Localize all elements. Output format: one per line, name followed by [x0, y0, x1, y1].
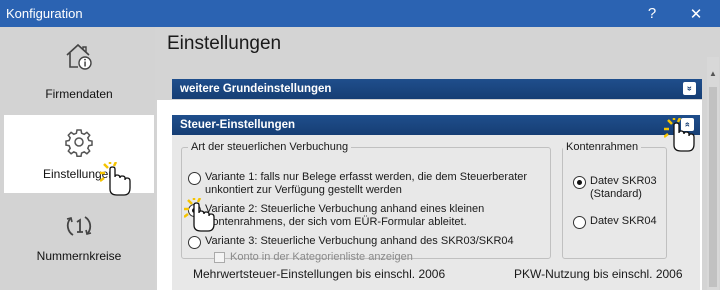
help-button[interactable]: ?	[635, 0, 669, 27]
close-button[interactable]: ✕	[679, 0, 713, 27]
gear-icon	[65, 129, 93, 157]
scroll-thumb[interactable]	[709, 87, 717, 287]
scroll-up-icon[interactable]: ▲	[707, 69, 719, 79]
checkbox[interactable]	[214, 251, 225, 263]
radio-label: Variante 1: falls nur Belege erfasst wer…	[205, 171, 528, 196]
page-title: Einstellungen	[167, 33, 282, 54]
radio-skr04[interactable]: Datev SKR04	[573, 215, 663, 229]
pkw-section-label: PKW-Nutzung bis einschl. 2006	[514, 267, 683, 281]
sidebar-item-label: Firmendaten	[45, 87, 113, 101]
sidebar-item-label: Nummernkreise	[36, 249, 122, 263]
scrollbar[interactable]: ▲	[707, 57, 719, 290]
hand-cursor-icon	[184, 198, 215, 232]
checkbox-konto-anzeigen[interactable]: Konto in der Kategorienliste anzeigen	[214, 251, 413, 263]
kontenrahmen-group: Kontenrahmen Datev SKR03 (Standard) Date…	[562, 141, 667, 259]
radio-button[interactable]	[188, 172, 201, 185]
radio-button[interactable]	[573, 216, 586, 229]
radio-variante-1[interactable]: Variante 1: falls nur Belege erfasst wer…	[188, 171, 548, 197]
sidebar-item-firmendaten[interactable]: Firmendaten	[4, 35, 154, 113]
section-header-grundeinstellungen[interactable]: weitere Grundeinstellungen »	[172, 79, 702, 99]
window-title: Konfiguration	[6, 6, 83, 21]
main-panel: Einstellungen weitere Grundeinstellungen…	[155, 27, 720, 290]
radio-label: Datev SKR03 (Standard)	[590, 175, 657, 200]
section-title: weitere Grundeinstellungen	[180, 83, 332, 95]
radio-label: Variante 3: Steuerliche Verbuchung anhan…	[205, 235, 514, 247]
verbuchung-legend: Art der steuerlichen Verbuchung	[191, 141, 349, 153]
expand-toggle-button[interactable]: »	[683, 82, 696, 95]
section-title: Steuer-Einstellungen	[180, 119, 296, 131]
radio-variante-2[interactable]: Variante 2: Steuerliche Verbuchung anhan…	[188, 203, 548, 229]
radio-label: Datev SKR04	[590, 215, 657, 227]
radio-label: Variante 2: Steuerliche Verbuchung anhan…	[205, 203, 485, 228]
radio-skr03[interactable]: Datev SKR03 (Standard)	[573, 175, 663, 201]
mwst-section-label: Mehrwertsteuer-Einstellungen bis einschl…	[193, 267, 446, 281]
radio-button[interactable]	[573, 176, 586, 189]
radio-variante-3[interactable]: Variante 3: Steuerliche Verbuchung anhan…	[188, 235, 548, 249]
title-bar: Konfiguration ? ✕	[0, 0, 720, 27]
sidebar: Firmendaten Einstellungen Nummernkreise	[0, 27, 155, 290]
number-cycle-icon	[66, 216, 92, 236]
sidebar-item-nummernkreise[interactable]: Nummernkreise	[4, 205, 154, 283]
hand-cursor-icon	[664, 118, 695, 152]
house-info-icon	[66, 43, 92, 70]
section-header-steuer[interactable]: Steuer-Einstellungen «	[172, 115, 700, 135]
radio-button[interactable]	[188, 236, 201, 249]
kontenrahmen-legend: Kontenrahmen	[566, 141, 639, 153]
hand-cursor-icon	[100, 162, 131, 196]
checkbox-label: Konto in der Kategorienliste anzeigen	[230, 251, 413, 263]
verbuchung-group: Art der steuerlichen Verbuchung Variante…	[181, 141, 551, 263]
